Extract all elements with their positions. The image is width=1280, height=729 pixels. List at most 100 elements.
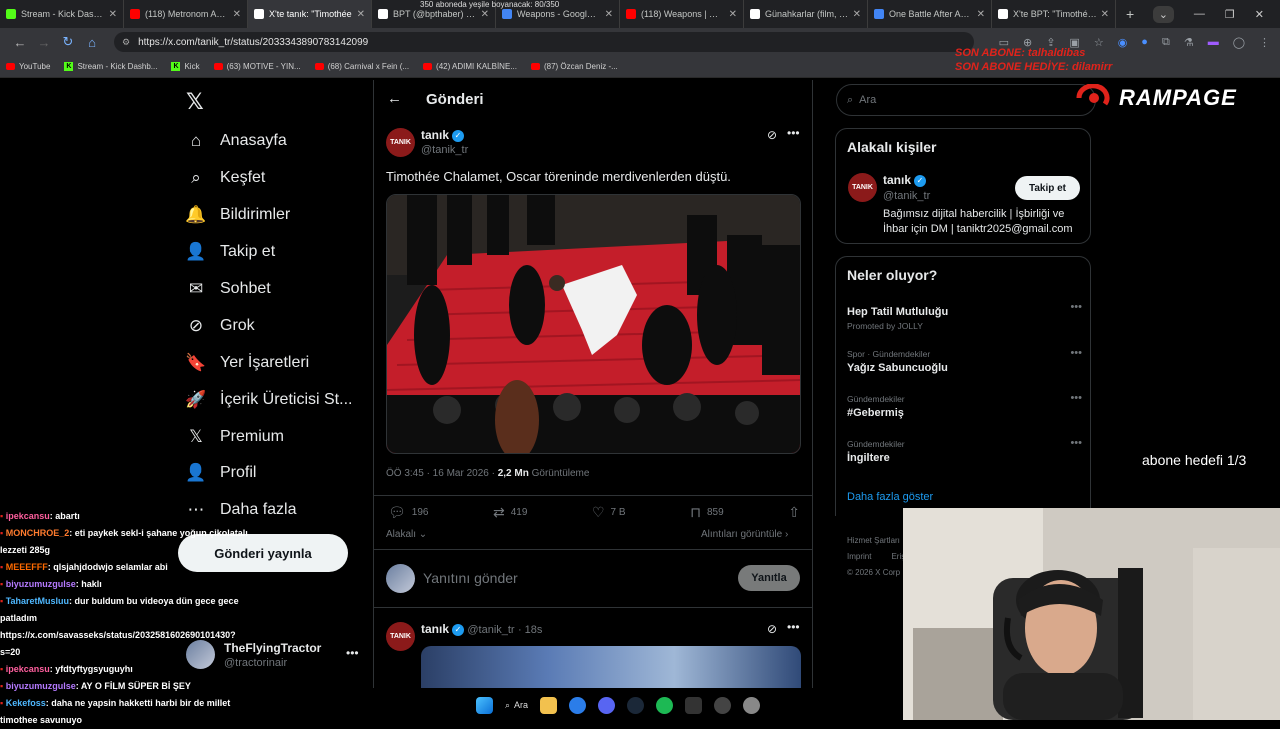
- close-tab-icon[interactable]: ✕: [109, 9, 117, 20]
- share-action[interactable]: ⇧: [788, 504, 800, 521]
- recorder-icon[interactable]: [714, 696, 732, 714]
- discord-icon[interactable]: [598, 696, 616, 714]
- nav-item-rocket[interactable]: 🚀 İçerik Üreticisi St...: [185, 390, 352, 410]
- chat-username[interactable]: ipekcansu: [6, 664, 50, 674]
- browser-tab[interactable]: Günahkarlar (film, 20 ✕: [744, 0, 868, 28]
- author-name[interactable]: tanık: [421, 128, 449, 142]
- close-tab-icon[interactable]: ✕: [605, 9, 613, 20]
- chat-username[interactable]: Kekefoss: [6, 698, 46, 708]
- reply-action[interactable]: 💬︎ 196: [388, 504, 428, 521]
- close-tab-icon[interactable]: ✕: [357, 9, 365, 20]
- author-handle[interactable]: @tanik_tr: [421, 144, 468, 156]
- more-icon[interactable]: •••: [346, 646, 359, 660]
- repost-action[interactable]: ⇄ 419: [493, 504, 527, 521]
- close-tab-icon[interactable]: ✕: [853, 9, 861, 20]
- imprint-link[interactable]: Imprint: [847, 552, 871, 561]
- address-bar[interactable]: ⚙ https://x.com/tanik_tr/status/20333438…: [114, 32, 974, 52]
- taskbar-search[interactable]: ⌕ Ara: [505, 700, 528, 711]
- nav-item-bookmark[interactable]: 🔖 Yer İşaretleri: [185, 353, 309, 373]
- bookmark-item[interactable]: K Stream - Kick Dashb...: [64, 62, 157, 71]
- nav-item-grok[interactable]: ⊘ Grok: [186, 316, 255, 336]
- settings-icon[interactable]: [743, 696, 761, 714]
- back-icon[interactable]: ←: [8, 35, 32, 50]
- nav-item-profile[interactable]: 👤 Profil: [185, 463, 256, 483]
- chat-username[interactable]: biyuzumuzgulse: [6, 579, 76, 589]
- nav-item-follow[interactable]: 👤 Takip et: [185, 242, 275, 262]
- browser-tab[interactable]: One Battle After Anot ✕: [868, 0, 992, 28]
- trend-more-icon[interactable]: •••: [1070, 301, 1082, 313]
- more-options-icon[interactable]: •••: [787, 620, 800, 634]
- author-name-row[interactable]: tanık ✓: [421, 128, 465, 142]
- tab-search-icon[interactable]: ⌄: [1152, 5, 1174, 23]
- lab-icon[interactable]: ⚗: [1184, 36, 1194, 49]
- reply-button[interactable]: Yanıtla: [738, 565, 800, 591]
- post-time[interactable]: ÖÖ 3:45 · 16 Mar 2026 ·: [386, 468, 498, 479]
- reply-handle[interactable]: @tanik_tr: [467, 624, 514, 636]
- epic-games-icon[interactable]: [685, 696, 703, 714]
- browser-tab[interactable]: X'te BPT: "Timothée C ✕: [992, 0, 1116, 28]
- sort-dropdown[interactable]: Alakalı ⌄: [386, 529, 427, 540]
- grok-icon[interactable]: ⊘: [767, 622, 777, 636]
- trend-item[interactable]: Spor · Gündemdekiler Yağız Sabuncuoğlu •••: [847, 347, 1082, 374]
- nav-item-home[interactable]: ⌂ Anasayfa: [186, 131, 287, 151]
- restore-icon[interactable]: ❐: [1225, 8, 1235, 21]
- site-info-icon[interactable]: ⚙: [122, 37, 130, 48]
- bookmark-item[interactable]: K Kick: [171, 62, 200, 71]
- file-explorer-icon[interactable]: [540, 696, 558, 714]
- bookmark-item[interactable]: (68) Carnival x Fein (...: [314, 62, 409, 71]
- trend-item[interactable]: Gündemdekiler #Gebermiş •••: [847, 392, 1082, 419]
- terms-link[interactable]: Hizmet Şartları: [847, 533, 907, 549]
- bookmark-action[interactable]: ⊓ 859: [690, 504, 724, 521]
- menu-icon[interactable]: ⋮: [1259, 36, 1270, 49]
- trend-more-icon[interactable]: •••: [1070, 392, 1082, 404]
- author-avatar[interactable]: TANIK: [386, 128, 415, 157]
- ext-blue-icon[interactable]: ●: [1141, 36, 1148, 48]
- browser-tab[interactable]: (118) Metronom Akan ✕: [124, 0, 248, 28]
- close-window-icon[interactable]: ✕: [1255, 8, 1264, 21]
- spotify-icon[interactable]: [656, 696, 674, 714]
- back-arrow-icon[interactable]: ←: [387, 90, 402, 107]
- chat-username[interactable]: ipekcansu: [6, 511, 50, 521]
- bookmark-item[interactable]: (42) ADIMI KALBİNE...: [423, 62, 517, 71]
- view-quotes-link[interactable]: Alıntıları görüntüle ›: [701, 529, 788, 540]
- reply-input[interactable]: Yanıtını gönder: [423, 570, 518, 586]
- x-logo-icon[interactable]: 𝕏: [186, 89, 204, 115]
- ext-purple-icon[interactable]: ▬: [1208, 36, 1219, 48]
- related-handle[interactable]: @tanik_tr: [883, 190, 930, 202]
- trend-more-icon[interactable]: •••: [1070, 347, 1082, 359]
- nav-item-bell[interactable]: 🔔 Bildirimler: [185, 205, 290, 225]
- close-tab-icon[interactable]: ✕: [481, 9, 489, 20]
- related-name[interactable]: tanık: [883, 173, 911, 187]
- follow-button[interactable]: Takip et: [1015, 176, 1080, 200]
- chat-username[interactable]: MONCHROE_2: [6, 528, 70, 538]
- windows-start-icon[interactable]: [476, 696, 493, 714]
- trend-more-icon[interactable]: •••: [1070, 437, 1082, 449]
- reply-time[interactable]: · 18s: [518, 624, 542, 636]
- post-image[interactable]: [386, 194, 801, 454]
- browser-tab[interactable]: (118) Weapons | Offic ✕: [620, 0, 744, 28]
- browser-tab[interactable]: Stream - Kick Dashbo ✕: [0, 0, 124, 28]
- related-avatar[interactable]: TANIK: [848, 173, 877, 202]
- reply-tweet-avatar[interactable]: TANIK: [386, 622, 415, 651]
- grok-icon[interactable]: ⊘: [767, 128, 777, 142]
- minimize-icon[interactable]: —: [1194, 8, 1205, 20]
- show-more-link[interactable]: Daha fazla göster: [847, 491, 933, 503]
- new-tab-button[interactable]: +: [1116, 6, 1144, 22]
- reply-tweet-image[interactable]: [421, 646, 801, 688]
- close-tab-icon[interactable]: ✕: [1101, 9, 1109, 20]
- trend-item[interactable]: Hep Tatil Mutluluğu Promoted by JOLLY •••: [847, 301, 1082, 331]
- related-name-row[interactable]: tanık ✓: [883, 173, 927, 187]
- browser-tab[interactable]: X'te tanık: "Timothée ✕: [248, 0, 372, 28]
- close-tab-icon[interactable]: ✕: [233, 9, 241, 20]
- home-browser-icon[interactable]: ⌂: [80, 35, 104, 50]
- close-tab-icon[interactable]: ✕: [977, 9, 985, 20]
- trend-item[interactable]: Gündemdekiler İngiltere •••: [847, 437, 1082, 464]
- ext-translate-icon[interactable]: ◉: [1118, 36, 1128, 49]
- search-input[interactable]: ⌕ Ara: [836, 84, 1096, 116]
- nav-item-search[interactable]: ⌕ Keşfet: [186, 168, 265, 188]
- chat-username[interactable]: MEEEFFF: [6, 562, 48, 572]
- forward-icon[interactable]: →: [32, 35, 56, 50]
- extensions-icon[interactable]: ⧉: [1162, 36, 1170, 49]
- profile-browser-icon[interactable]: ◯: [1233, 36, 1245, 49]
- browser-icon[interactable]: [569, 696, 587, 714]
